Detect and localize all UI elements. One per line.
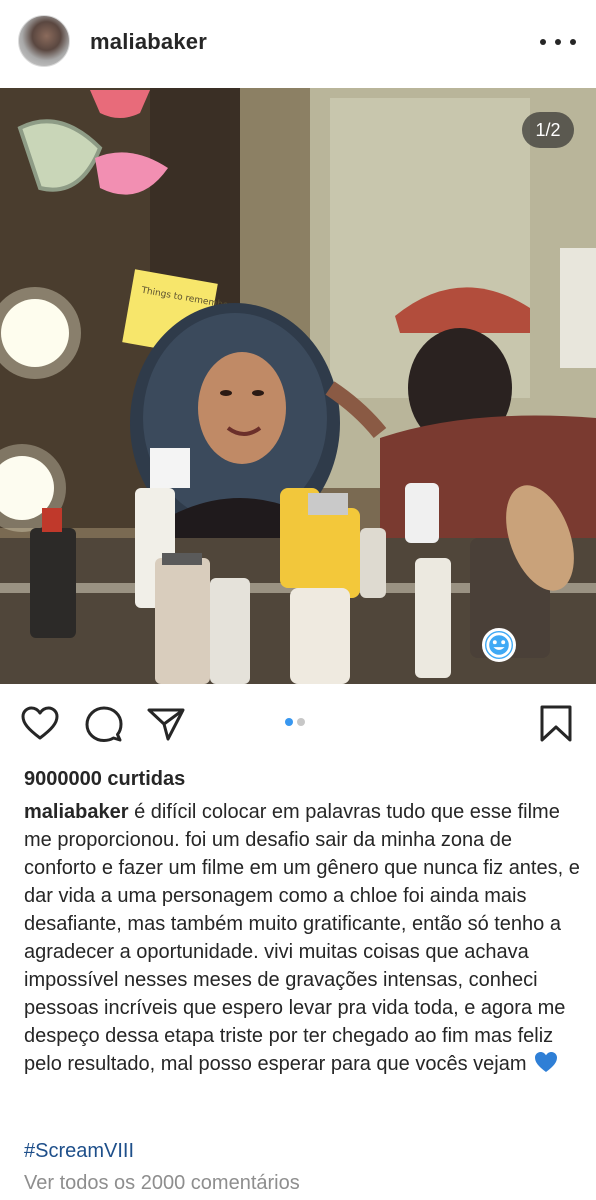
- share-button[interactable]: [146, 704, 186, 744]
- carousel-counter: 1/2: [522, 112, 574, 148]
- view-comments-link[interactable]: Ver todos os 2000 comentários: [24, 1172, 300, 1195]
- blue-heart-icon: [535, 1052, 558, 1072]
- heart-outline-icon: [21, 706, 59, 740]
- post-header: maliabaker: [0, 0, 596, 88]
- avatar[interactable]: [18, 15, 70, 67]
- user-tag-button[interactable]: [482, 628, 516, 662]
- more-dot: [570, 39, 576, 45]
- more-dot: [555, 39, 561, 45]
- carousel-dot: [297, 718, 305, 726]
- caption-text: é difícil colocar em palavras tudo que e…: [24, 801, 580, 1075]
- more-options-button[interactable]: [540, 30, 576, 54]
- comment-button[interactable]: [84, 704, 124, 744]
- send-icon: [147, 708, 185, 741]
- post-caption: maliabaker é difícil colocar em palavras…: [24, 798, 580, 1078]
- like-button[interactable]: [20, 704, 60, 744]
- hashtag-link[interactable]: #ScreamVIII: [24, 1140, 134, 1163]
- carousel-dot-active: [285, 718, 293, 726]
- likes-count[interactable]: 9000000 curtidas: [24, 768, 185, 791]
- caption-username[interactable]: maliabaker: [24, 801, 129, 823]
- post-photo[interactable]: Things to remember 1/2: [0, 88, 596, 684]
- save-button[interactable]: [536, 704, 576, 744]
- user-tag-icon: [486, 632, 512, 658]
- username[interactable]: maliabaker: [90, 29, 207, 55]
- bookmark-icon: [540, 705, 572, 742]
- comment-icon: [85, 706, 123, 742]
- more-dot: [540, 39, 546, 45]
- carousel-indicator: [285, 718, 305, 726]
